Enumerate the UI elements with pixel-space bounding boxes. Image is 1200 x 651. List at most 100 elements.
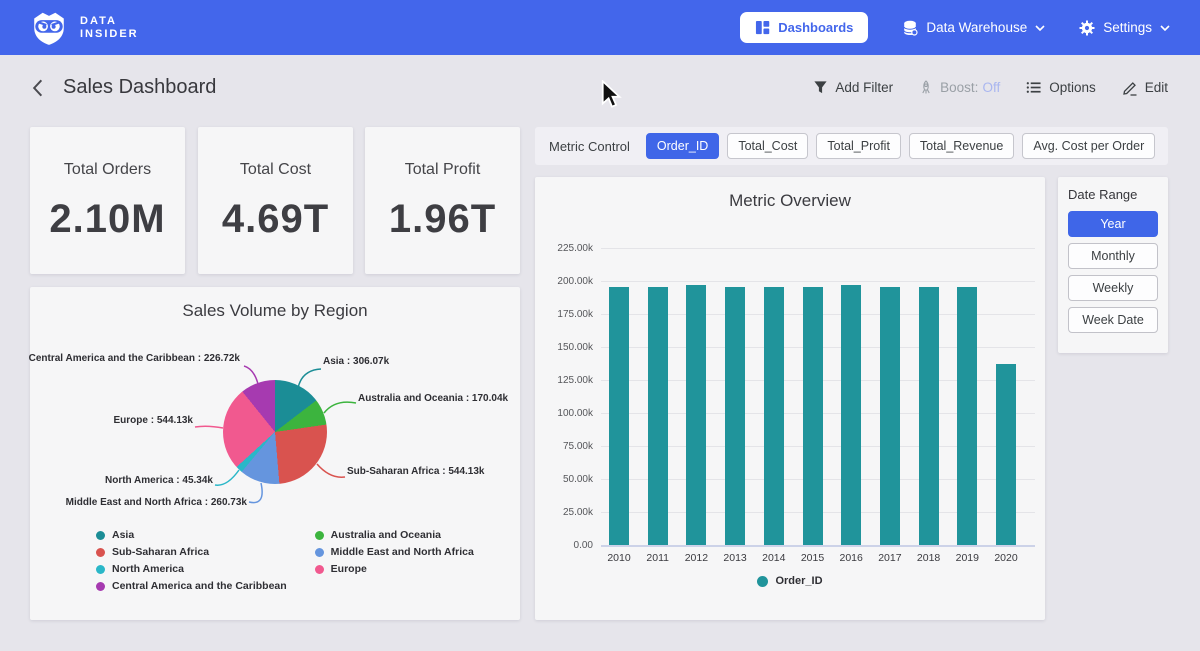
- legend-label: Middle East and North Africa: [331, 546, 474, 558]
- gridline: [601, 248, 1035, 249]
- add-filter-button[interactable]: Add Filter: [813, 80, 893, 95]
- edit-label: Edit: [1145, 80, 1168, 95]
- legend-dot: [315, 531, 324, 540]
- bar-2013[interactable]: [725, 287, 745, 545]
- owl-logo-icon: [30, 9, 68, 47]
- x-tick-label-2019: 2019: [947, 552, 987, 564]
- pie-legend-item-asia[interactable]: Asia: [96, 529, 287, 541]
- metric-button-avg-cost-per-order[interactable]: Avg. Cost per Order: [1022, 133, 1155, 159]
- kpi-label: Total Cost: [198, 161, 353, 179]
- legend-label: Europe: [331, 563, 367, 575]
- edit-button[interactable]: Edit: [1122, 80, 1168, 96]
- y-tick-label: 200.00k: [541, 276, 593, 287]
- kpi-value: 2.10M: [30, 197, 185, 242]
- bar-2018[interactable]: [919, 287, 939, 545]
- boost-toggle[interactable]: Boost: Off: [919, 80, 1000, 95]
- pie-chart-card: Sales Volume by Region Asia : 306.07kAus…: [30, 287, 520, 620]
- data-warehouse-menu[interactable]: Data Warehouse: [902, 20, 1045, 36]
- brand-logo[interactable]: DATA INSIDER: [30, 9, 139, 47]
- metric-control-label: Metric Control: [549, 139, 630, 154]
- date-range-label: Date Range: [1068, 187, 1158, 202]
- pie-legend-item-europe[interactable]: Europe: [315, 563, 474, 575]
- bar-2012[interactable]: [686, 285, 706, 545]
- x-axis-line: [601, 545, 1035, 547]
- chevron-down-icon: [1035, 25, 1045, 31]
- brand-line1: DATA: [80, 15, 139, 28]
- bar-legend[interactable]: Order_ID: [535, 575, 1045, 587]
- options-list-icon: [1026, 80, 1042, 95]
- settings-label: Settings: [1103, 20, 1152, 35]
- metric-button-total-profit[interactable]: Total_Profit: [816, 133, 901, 159]
- bar-2010[interactable]: [609, 287, 629, 545]
- back-button[interactable]: [32, 79, 43, 97]
- pie-chart[interactable]: [223, 380, 327, 484]
- legend-label: Australia and Oceania: [331, 529, 441, 541]
- y-tick-label: 25.00k: [541, 507, 593, 518]
- kpi-card-total-profit: Total Profit 1.96T: [365, 127, 520, 274]
- x-tick-label-2020: 2020: [986, 552, 1026, 564]
- bar-2017[interactable]: [880, 287, 900, 545]
- date-range-button-weekly[interactable]: Weekly: [1068, 275, 1158, 301]
- legend-label: Asia: [112, 529, 134, 541]
- options-label: Options: [1049, 80, 1096, 95]
- metric-button-total-revenue[interactable]: Total_Revenue: [909, 133, 1014, 159]
- page-header-left: Sales Dashboard: [32, 76, 216, 99]
- x-tick-label-2012: 2012: [676, 552, 716, 564]
- bar-2019[interactable]: [957, 287, 977, 545]
- x-tick-label-2013: 2013: [715, 552, 755, 564]
- kpi-label: Total Profit: [365, 161, 520, 179]
- legend-dot: [96, 565, 105, 574]
- y-tick-label: 75.00k: [541, 441, 593, 452]
- y-tick-label: 100.00k: [541, 408, 593, 419]
- add-filter-label: Add Filter: [835, 80, 893, 95]
- legend-label: Central America and the Caribbean: [112, 580, 287, 592]
- bar-2020[interactable]: [996, 364, 1016, 545]
- x-tick-label-2018: 2018: [909, 552, 949, 564]
- x-tick-label-2015: 2015: [793, 552, 833, 564]
- pie-legend-item-north-america[interactable]: North America: [96, 563, 287, 575]
- legend-dot: [757, 576, 768, 587]
- pie-legend-item-middle-east-and-north-africa[interactable]: Middle East and North Africa: [315, 546, 474, 558]
- x-tick-label-2010: 2010: [599, 552, 639, 564]
- date-range-buttons: Year Monthly Weekly Week Date: [1068, 211, 1158, 333]
- dashboards-label: Dashboards: [778, 20, 853, 35]
- gridline: [601, 281, 1035, 282]
- bar-2011[interactable]: [648, 287, 668, 545]
- settings-menu[interactable]: Settings: [1079, 20, 1170, 36]
- brand-text: DATA INSIDER: [80, 15, 139, 41]
- pie-callout-north-america: North America : 45.34k: [105, 475, 213, 486]
- dashboards-button[interactable]: Dashboards: [740, 12, 868, 43]
- date-range-card: Date Range Year Monthly Weekly Week Date: [1058, 177, 1168, 353]
- pie-callout-sub-saharan-africa: Sub-Saharan Africa : 544.13k: [347, 466, 484, 477]
- page-title: Sales Dashboard: [63, 76, 216, 99]
- kpi-card-total-orders: Total Orders 2.10M: [30, 127, 185, 274]
- filter-funnel-icon: [813, 80, 828, 95]
- kpi-value: 1.96T: [365, 197, 520, 242]
- kpi-value: 4.69T: [198, 197, 353, 242]
- pie-legend-item-sub-saharan-africa[interactable]: Sub-Saharan Africa: [96, 546, 287, 558]
- pie-callout-middle-east-and-north-africa: Middle East and North Africa : 260.73k: [66, 497, 247, 508]
- legend-label: Sub-Saharan Africa: [112, 546, 209, 558]
- x-tick-label-2014: 2014: [754, 552, 794, 564]
- rocket-icon: [919, 80, 933, 95]
- date-range-button-monthly[interactable]: Monthly: [1068, 243, 1158, 269]
- pie-legend-item-central-america-and-the-caribbean[interactable]: Central America and the Caribbean: [96, 580, 287, 592]
- top-nav: DATA INSIDER Dashboards: [0, 0, 1200, 55]
- date-range-button-week-date[interactable]: Week Date: [1068, 307, 1158, 333]
- bar-2014[interactable]: [764, 287, 784, 545]
- metric-button-total-cost[interactable]: Total_Cost: [727, 133, 808, 159]
- x-tick-label-2011: 2011: [638, 552, 678, 564]
- y-tick-label: 125.00k: [541, 375, 593, 386]
- edit-pencil-icon: [1122, 80, 1138, 96]
- y-tick-label: 50.00k: [541, 474, 593, 485]
- bar-2015[interactable]: [803, 287, 823, 545]
- metric-button-order-id[interactable]: Order_ID: [646, 133, 719, 159]
- chevron-down-icon: [1160, 25, 1170, 31]
- bar-2016[interactable]: [841, 285, 861, 545]
- pie-callout-central-america-and-the-caribbean: Central America and the Caribbean : 226.…: [29, 353, 240, 364]
- y-tick-label: 0.00: [541, 540, 593, 551]
- options-button[interactable]: Options: [1026, 80, 1096, 95]
- date-range-button-year[interactable]: Year: [1068, 211, 1158, 237]
- pie-legend-item-australia-and-oceania[interactable]: Australia and Oceania: [315, 529, 474, 541]
- legend-dot: [96, 548, 105, 557]
